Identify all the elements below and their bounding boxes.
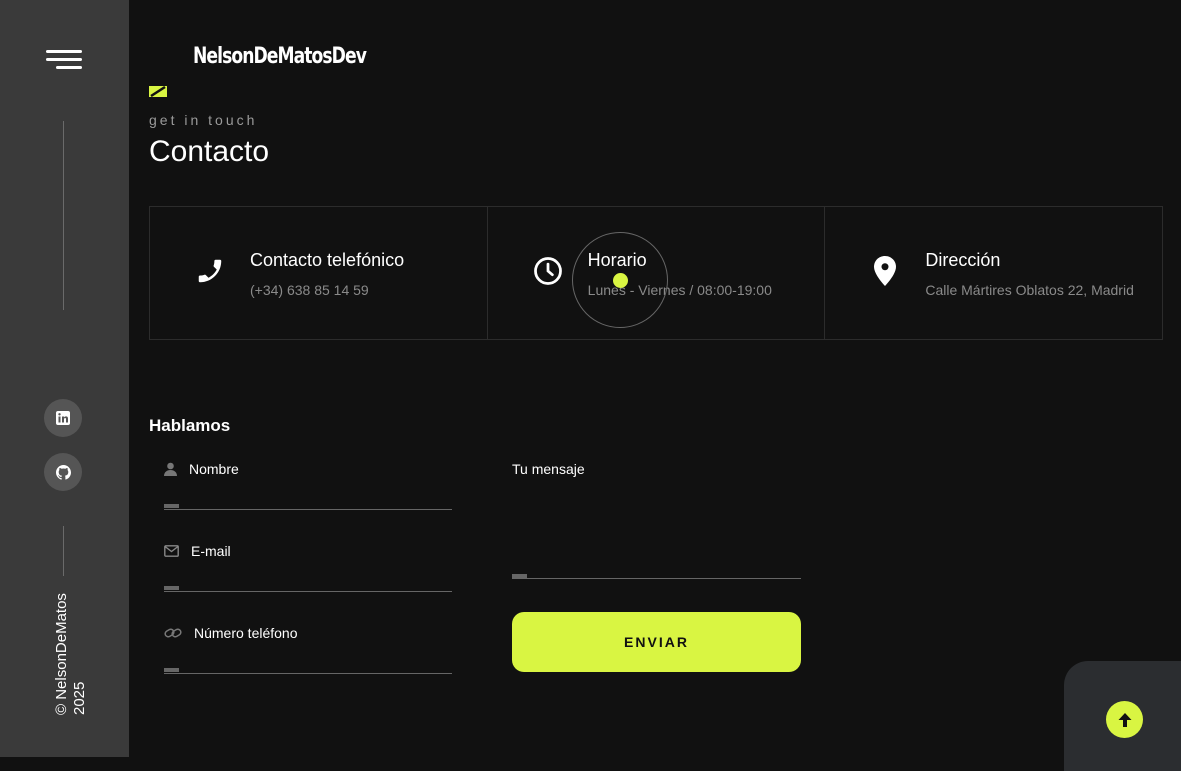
contact-info-cards: Contacto telefónico (+34) 638 85 14 59 H… [149, 206, 1163, 340]
email-input[interactable] [164, 564, 452, 588]
linkedin-icon [56, 411, 70, 425]
name-input[interactable] [164, 482, 452, 506]
user-icon [164, 462, 177, 476]
section-eyebrow: get in touch [149, 112, 258, 128]
contact-card-title: Contacto telefónico [250, 250, 405, 270]
github-link[interactable] [44, 453, 82, 491]
page-title: Contacto [149, 135, 270, 168]
input-underline [164, 591, 452, 592]
input-underline [164, 673, 452, 674]
send-button[interactable]: ENVIAR [512, 612, 801, 672]
message-textarea[interactable] [512, 487, 801, 573]
sidebar-divider-top [63, 121, 64, 310]
copyright-text: © NelsonDeMatos [53, 593, 70, 715]
contact-card-value[interactable]: (+34) 638 85 14 59 [250, 282, 369, 298]
copyright-year: 2025 [71, 681, 88, 715]
email-label-text: E-mail [191, 543, 231, 559]
hamburger-menu-icon[interactable] [46, 50, 82, 72]
site-logo[interactable]: NelsonDeMatosDev [193, 44, 367, 69]
form-title: Hablamos [149, 416, 231, 435]
contact-card-address: Dirección Calle Mártires Oblatos 22, Mad… [825, 207, 1162, 339]
contact-card-phone: Contacto telefónico (+34) 638 85 14 59 [150, 207, 488, 339]
copyright: © NelsonDeMatos 2025 [53, 593, 89, 715]
message-field: Tu mensaje [512, 461, 801, 579]
mail-icon [164, 545, 179, 557]
input-marker [164, 668, 179, 672]
input-underline [512, 578, 801, 579]
input-marker [164, 586, 179, 590]
contact-card-value: Lunes - Viernes / 08:00-19:00 [587, 282, 772, 298]
map-pin-icon [869, 255, 901, 287]
name-field: Nombre [164, 461, 452, 511]
contact-card-hours: Horario Lunes - Viernes / 08:00-19:00 [488, 207, 826, 339]
linkedin-link[interactable] [44, 399, 82, 437]
name-label-text: Nombre [189, 461, 239, 477]
contact-card-value[interactable]: Calle Mártires Oblatos 22, Madrid [925, 282, 1134, 298]
sidebar: © NelsonDeMatos 2025 [0, 0, 129, 757]
input-underline [164, 509, 452, 510]
link-icon [164, 628, 182, 638]
accent-mark-icon [149, 86, 167, 97]
phone-field-label: Número teléfono [164, 625, 298, 641]
message-label: Tu mensaje [512, 461, 585, 477]
phone-icon [194, 255, 226, 287]
contact-card-title: Dirección [925, 250, 1001, 270]
github-icon [55, 464, 71, 480]
sidebar-divider-bottom [63, 526, 64, 576]
arrow-up-icon [1118, 712, 1131, 727]
input-marker [164, 504, 179, 508]
phone-field: Número teléfono [164, 625, 452, 675]
contact-card-title: Horario [587, 250, 647, 270]
phone-input[interactable] [164, 646, 452, 670]
clock-icon [532, 255, 564, 287]
email-field: E-mail [164, 543, 452, 593]
back-to-top-button[interactable] [1106, 701, 1143, 738]
name-field-label: Nombre [164, 461, 239, 477]
phone-label-text: Número teléfono [194, 625, 298, 641]
email-field-label: E-mail [164, 543, 231, 559]
